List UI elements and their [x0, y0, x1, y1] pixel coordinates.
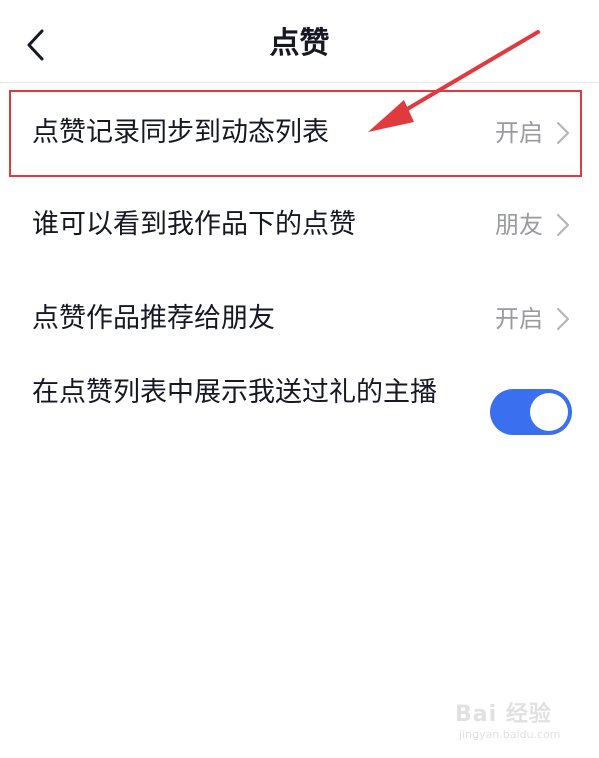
highlight-box	[9, 90, 582, 177]
setting-label: 谁可以看到我作品下的点赞	[32, 209, 356, 240]
baidu-jingyan-watermark: Bai 经验 jingyan.baidu.com	[455, 690, 575, 750]
setting-label: 点赞作品推荐给朋友	[32, 303, 275, 334]
chevron-right-icon	[555, 212, 571, 238]
page-title: 点赞	[269, 26, 330, 61]
setting-row-recommend-liked-works[interactable]: 点赞作品推荐给朋友 开启	[0, 274, 599, 364]
chevron-right-icon	[555, 306, 571, 332]
setting-value: 朋友	[495, 211, 543, 239]
watermark-logo: Bai 经验	[455, 702, 552, 727]
setting-value: 开启	[495, 305, 543, 333]
show-gifted-streamers-toggle[interactable]	[490, 389, 572, 435]
setting-label: 在点赞列表中展示我送过礼的主播	[32, 377, 437, 408]
likes-settings-page: 点赞 点赞记录同步到动态列表 开启 谁可以看到我作品下的点赞 朋友 点赞作品推荐…	[0, 0, 599, 758]
setting-row-who-can-see-likes[interactable]: 谁可以看到我作品下的点赞 朋友	[0, 180, 599, 270]
navigation-bar: 点赞	[0, 0, 599, 83]
watermark-url: jingyan.baidu.com	[459, 728, 561, 741]
toggle-knob	[530, 393, 568, 431]
